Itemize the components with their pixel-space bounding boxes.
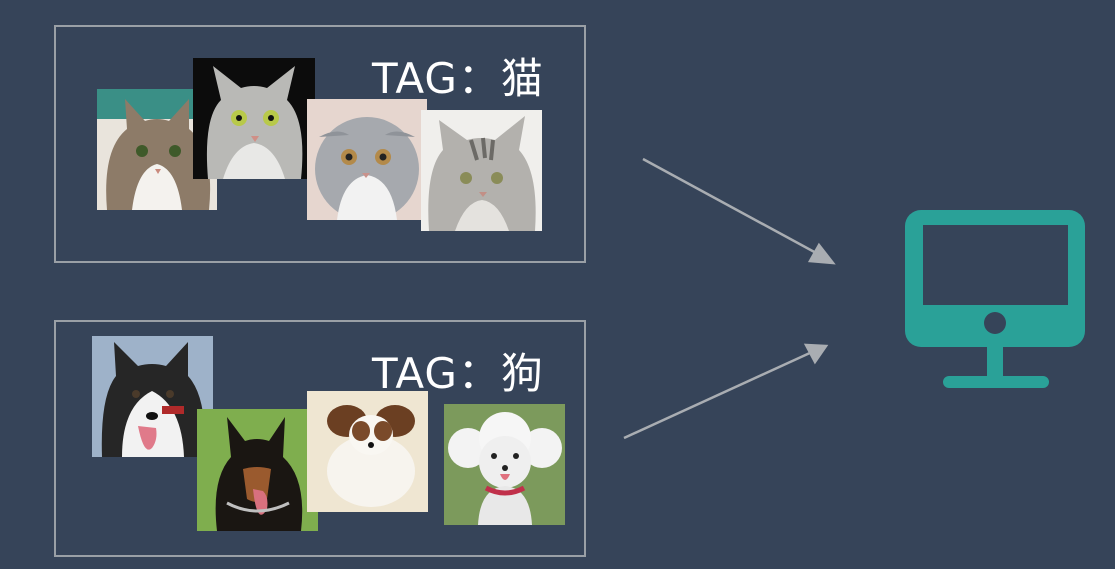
arrow-dog-to-computer: [623, 343, 829, 440]
computer-monitor-icon: [905, 210, 1085, 388]
arrow-cat-to-computer: [642, 157, 836, 265]
